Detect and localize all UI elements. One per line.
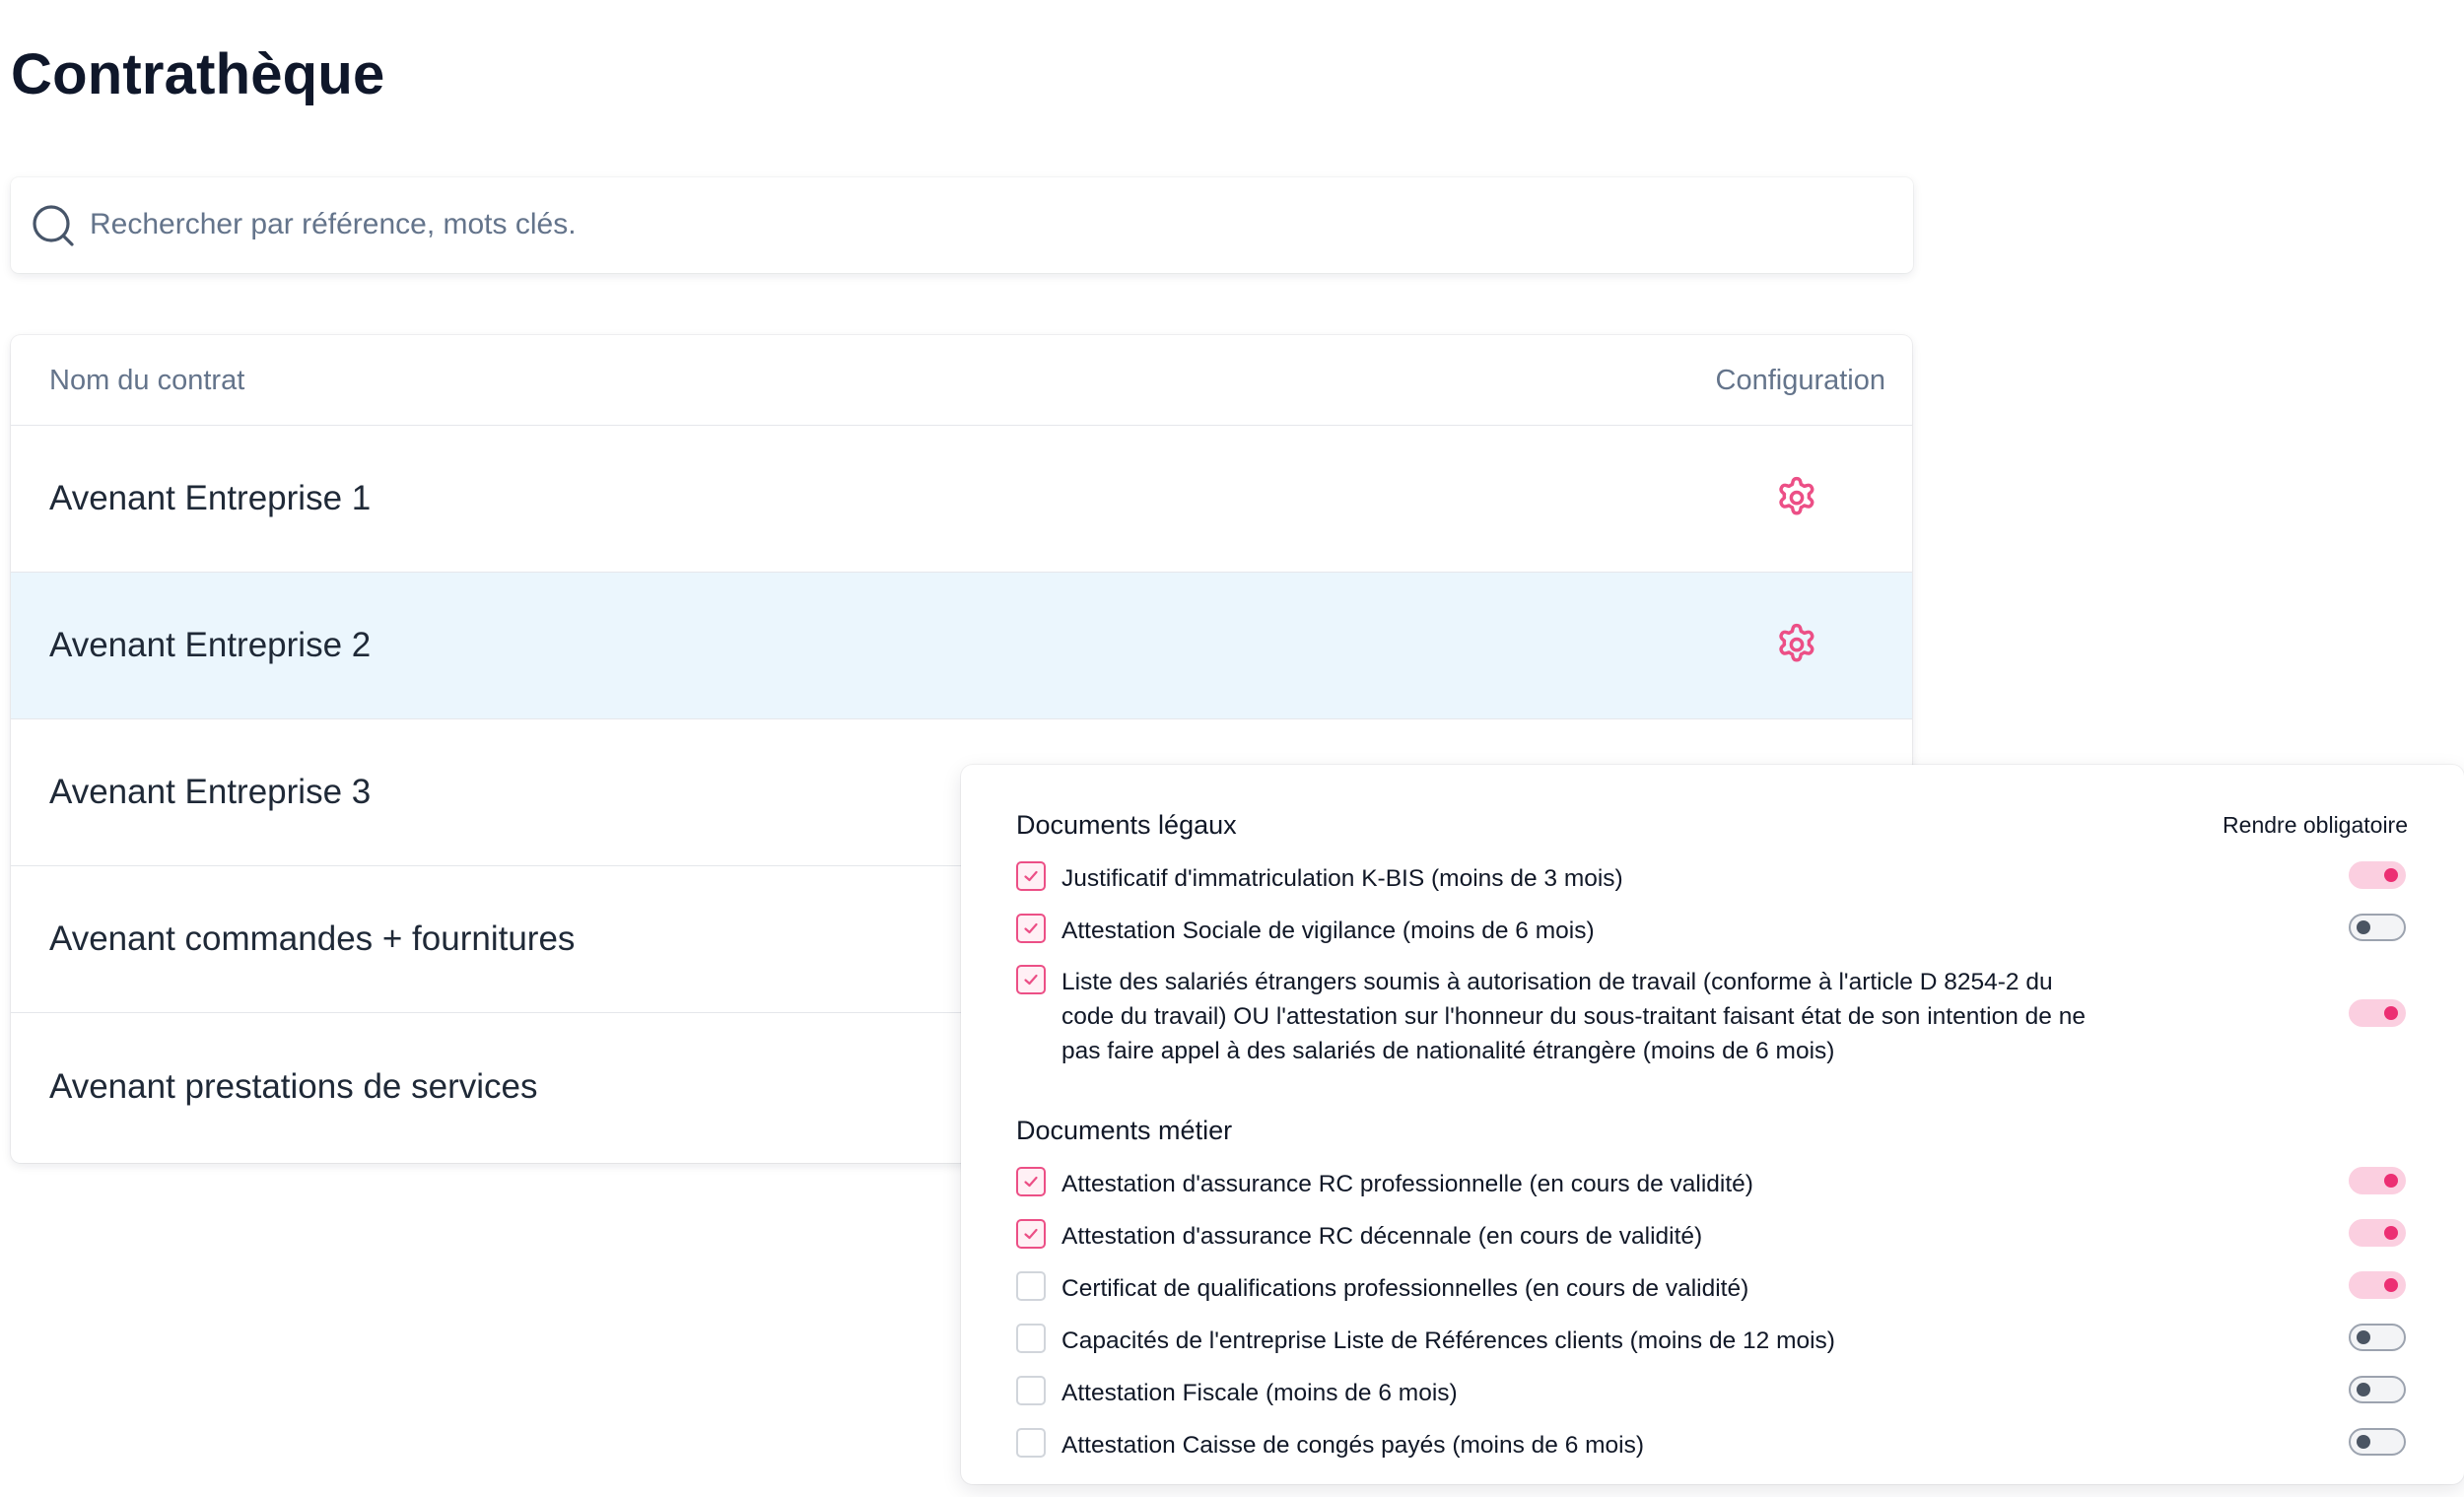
mandatory-toggle[interactable] [2349, 914, 2406, 941]
document-label: Liste des salariés étrangers soumis à au… [1061, 969, 2086, 1064]
mandatory-toggle[interactable] [2349, 1428, 2406, 1456]
document-checkbox[interactable] [1016, 1428, 1046, 1458]
document-checkbox[interactable] [1016, 1324, 1046, 1353]
mandatory-toggle[interactable] [2349, 999, 2406, 1027]
check-icon [1024, 922, 1038, 934]
document-checkbox[interactable] [1016, 1376, 1046, 1405]
column-header-name: Nom du contrat [49, 365, 245, 396]
check-icon [1024, 1176, 1038, 1188]
toggle-knob [2357, 1435, 2370, 1449]
document-label: Attestation d'assurance RC professionnel… [1061, 1171, 1753, 1197]
document-checkbox[interactable] [1016, 1271, 1046, 1301]
toggle-knob [2384, 1226, 2398, 1240]
mandatory-toggle[interactable] [2349, 861, 2406, 889]
contract-name: Avenant Entreprise 2 [49, 626, 372, 664]
toggle-knob [2357, 1383, 2370, 1396]
toggle-knob [2384, 1278, 2398, 1292]
table-header: Nom du contrat Configuration [11, 335, 1912, 426]
search-input[interactable] [90, 195, 1864, 254]
contract-name: Avenant Entreprise 1 [49, 479, 372, 517]
mandatory-toggle[interactable] [2349, 1324, 2406, 1351]
toggle-knob [2384, 868, 2398, 882]
contract-name: Avenant prestations de services [49, 1066, 538, 1106]
document-checkbox[interactable] [1016, 1219, 1046, 1249]
contract-name: Avenant commandes + fournitures [49, 919, 576, 958]
gear-icon[interactable] [1771, 473, 1822, 524]
gear-icon[interactable] [1771, 620, 1822, 671]
toggle-knob [2357, 920, 2370, 934]
document-label: Capacités de l'entreprise Liste de Référ… [1061, 1327, 1835, 1354]
mandatory-toggle[interactable] [2349, 1167, 2406, 1194]
document-label: Certificat de qualifications professionn… [1061, 1275, 1749, 1302]
document-checkbox[interactable] [1016, 914, 1046, 943]
configuration-panel: Rendre obligatoire Documents légaux Just… [961, 765, 2464, 1484]
document-label: Attestation Caisse de congés payés (moin… [1061, 1432, 1645, 1459]
document-label: Attestation Fiscale (moins de 6 mois) [1061, 1380, 1458, 1406]
table-row[interactable]: Avenant Entreprise 1 [11, 426, 1912, 573]
document-label: Justificatif d'immatriculation K-BIS (mo… [1061, 865, 1623, 892]
page-title: Contrathèque [11, 42, 385, 106]
check-icon [1024, 870, 1038, 882]
mandatory-toggle[interactable] [2349, 1219, 2406, 1247]
document-checkbox[interactable] [1016, 1167, 1046, 1196]
search-bar[interactable] [11, 177, 1913, 273]
document-label: Attestation Sociale de vigilance (moins … [1061, 918, 1595, 944]
mandatory-column-header: Rendre obligatoire [2223, 812, 2408, 838]
toggle-knob [2384, 1006, 2398, 1020]
contract-name: Avenant Entreprise 3 [49, 773, 372, 811]
check-icon [1024, 974, 1038, 986]
section-title-legal: Documents légaux [1016, 810, 1237, 840]
section-title-business: Documents métier [1016, 1116, 1233, 1145]
toggle-knob [2357, 1330, 2370, 1344]
document-checkbox[interactable] [1016, 861, 1046, 891]
mandatory-toggle[interactable] [2349, 1271, 2406, 1299]
mandatory-toggle[interactable] [2349, 1376, 2406, 1403]
document-label: Attestation d'assurance RC décennale (en… [1061, 1223, 1703, 1250]
search-icon [33, 205, 74, 246]
document-checkbox[interactable] [1016, 965, 1046, 994]
toggle-knob [2384, 1174, 2398, 1188]
check-icon [1024, 1228, 1038, 1240]
column-header-configuration: Configuration [1715, 365, 1886, 396]
table-row[interactable]: Avenant Entreprise 2 [11, 573, 1912, 719]
